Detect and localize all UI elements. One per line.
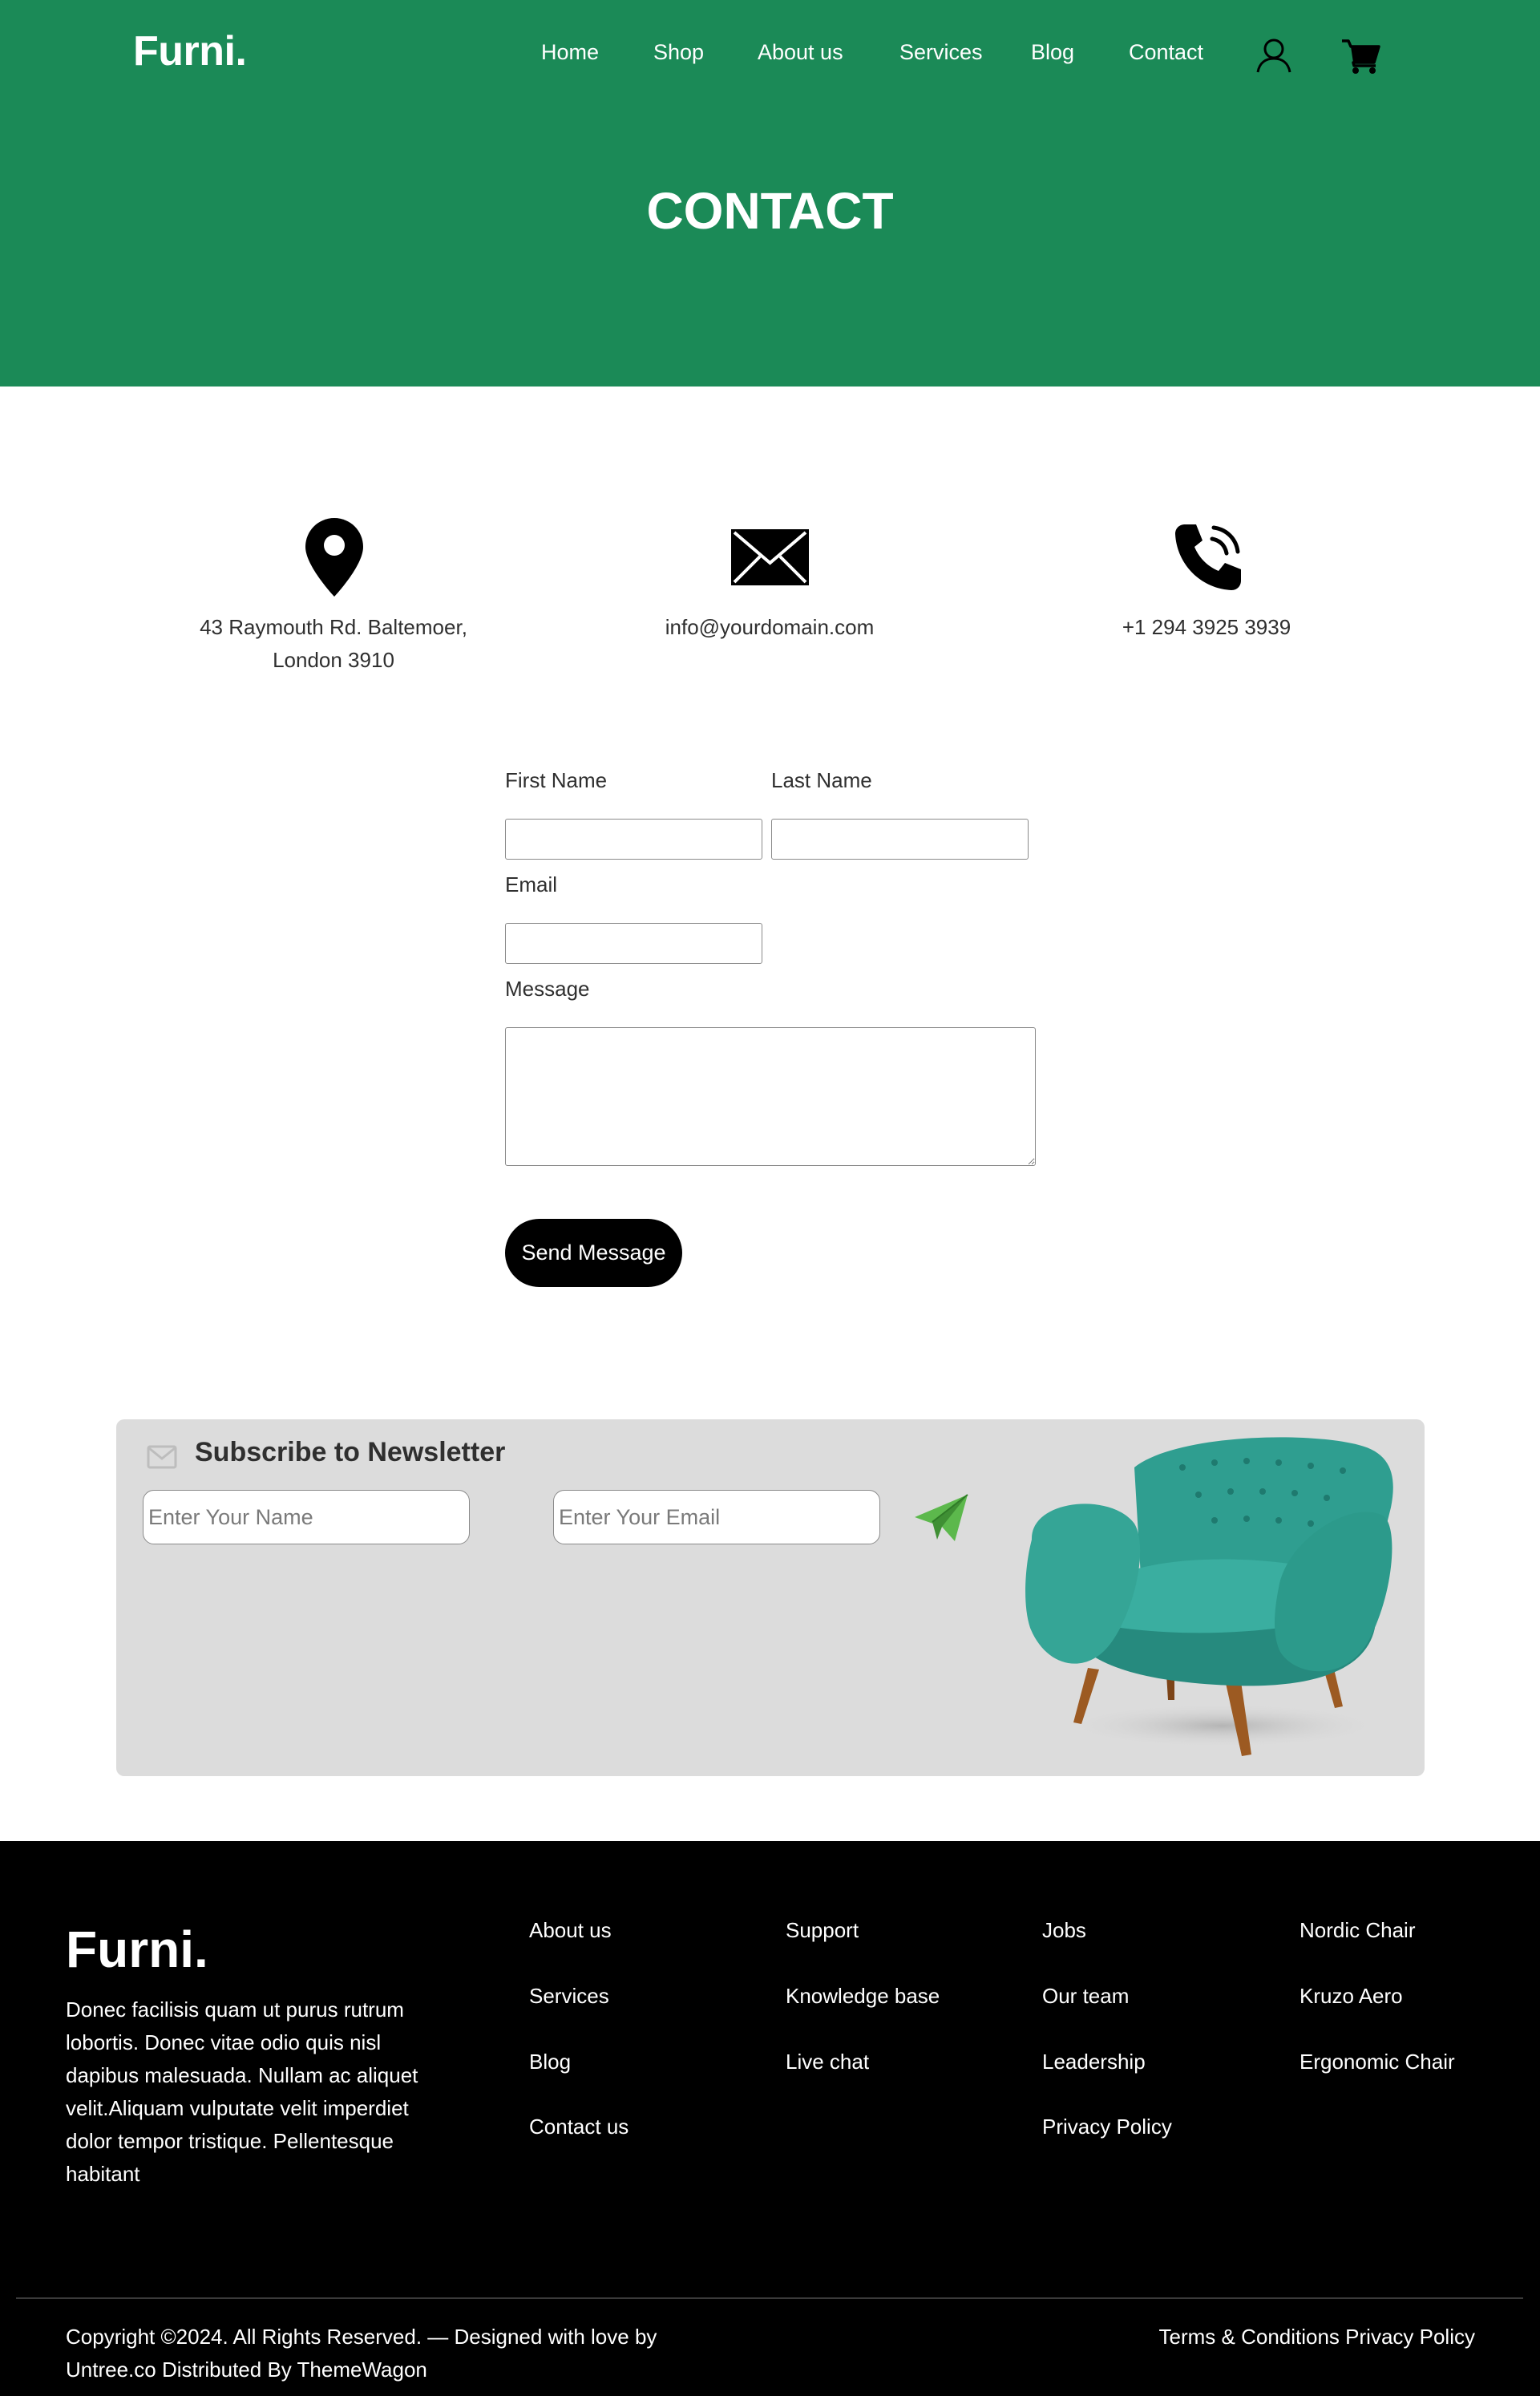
page-title: CONTACT xyxy=(646,182,894,240)
nav-blog[interactable]: Blog xyxy=(1031,40,1074,65)
contact-email[interactable]: info@yourdomain.com xyxy=(609,611,930,644)
nav-shop[interactable]: Shop xyxy=(653,40,704,65)
cart-icon[interactable] xyxy=(1340,35,1382,77)
footer-divider xyxy=(16,2297,1523,2299)
last-name-label: Last Name xyxy=(771,768,872,792)
footer-link-nordic-chair[interactable]: Nordic Chair xyxy=(1300,1918,1416,1943)
envelope-icon xyxy=(731,529,809,585)
site-header: Furni. Home Shop About us Services Blog … xyxy=(0,0,1540,387)
footer-link-jobs[interactable]: Jobs xyxy=(1042,1918,1086,1943)
footer-link-ergonomic-chair[interactable]: Ergonomic Chair xyxy=(1300,2050,1455,2074)
copyright: Copyright ©2024. All Rights Reserved. — … xyxy=(66,2321,723,2386)
nav-about-us[interactable]: About us xyxy=(758,40,843,65)
newsletter-name-input[interactable] xyxy=(143,1490,470,1544)
first-name-field[interactable] xyxy=(505,819,762,860)
phone-icon xyxy=(1175,524,1241,590)
footer-link-about-us[interactable]: About us xyxy=(529,1918,612,1943)
message-label: Message xyxy=(505,977,590,1001)
email-field[interactable] xyxy=(505,923,762,964)
first-name-label: First Name xyxy=(505,768,608,792)
send-message-button[interactable]: Send Message xyxy=(505,1219,682,1287)
footer-link-contact-us[interactable]: Contact us xyxy=(529,2115,629,2139)
address-line: 43 Raymouth Rd. Baltemoer, xyxy=(200,615,467,639)
nav-contact[interactable]: Contact xyxy=(1129,40,1203,65)
privacy-link[interactable]: Privacy Policy xyxy=(1345,2325,1475,2349)
footer-link-blog[interactable]: Blog xyxy=(529,2050,571,2074)
copyright-line: Copyright ©2024. All Rights Reserved. — … xyxy=(66,2325,657,2349)
site-footer: Furni. Donec facilisis quam ut purus rut… xyxy=(0,1841,1540,2396)
newsletter-email-input[interactable] xyxy=(553,1490,880,1544)
footer-link-knowledge-base[interactable]: Knowledge base xyxy=(786,1984,940,2009)
main-nav: Home Shop About us Services Blog Contact xyxy=(0,40,1540,72)
newsletter-title: Subscribe to Newsletter xyxy=(195,1437,506,1467)
footer-link-services[interactable]: Services xyxy=(529,1984,609,2009)
legal-links: Terms & Conditions Privacy Policy xyxy=(1159,2321,1475,2354)
paper-plane-icon[interactable] xyxy=(913,1493,969,1543)
nav-home[interactable]: Home xyxy=(541,40,599,65)
user-icon[interactable] xyxy=(1253,35,1295,77)
contact-phone[interactable]: +1 294 3925 3939 xyxy=(1046,611,1367,644)
copyright-line: Untree.co Distributed By ThemeWagon xyxy=(66,2358,427,2382)
armchair-image xyxy=(1025,1437,1393,1756)
envelope-icon xyxy=(147,1445,177,1469)
newsletter-section: Subscribe to Newsletter xyxy=(116,1419,1425,1776)
footer-link-privacy-policy[interactable]: Privacy Policy xyxy=(1042,2115,1172,2139)
message-field[interactable] xyxy=(505,1027,1036,1166)
footer-link-leadership[interactable]: Leadership xyxy=(1042,2050,1146,2074)
email-label: Email xyxy=(505,872,558,896)
footer-logo[interactable]: Furni. xyxy=(66,1920,208,1979)
footer-link-kruzo-aero[interactable]: Kruzo Aero xyxy=(1300,1984,1403,2009)
address: 43 Raymouth Rd. Baltemoer, London 3910 xyxy=(173,611,494,677)
footer-link-our-team[interactable]: Our team xyxy=(1042,1984,1129,2009)
map-pin-icon xyxy=(305,518,363,597)
terms-link[interactable]: Terms & Conditions xyxy=(1159,2325,1340,2349)
address-line: London 3910 xyxy=(273,648,394,672)
footer-link-support[interactable]: Support xyxy=(786,1918,859,1943)
last-name-field[interactable] xyxy=(771,819,1029,860)
nav-services[interactable]: Services xyxy=(899,40,983,65)
footer-link-live-chat[interactable]: Live chat xyxy=(786,2050,869,2074)
footer-description: Donec facilisis quam ut purus rutrum lob… xyxy=(66,1997,418,2186)
